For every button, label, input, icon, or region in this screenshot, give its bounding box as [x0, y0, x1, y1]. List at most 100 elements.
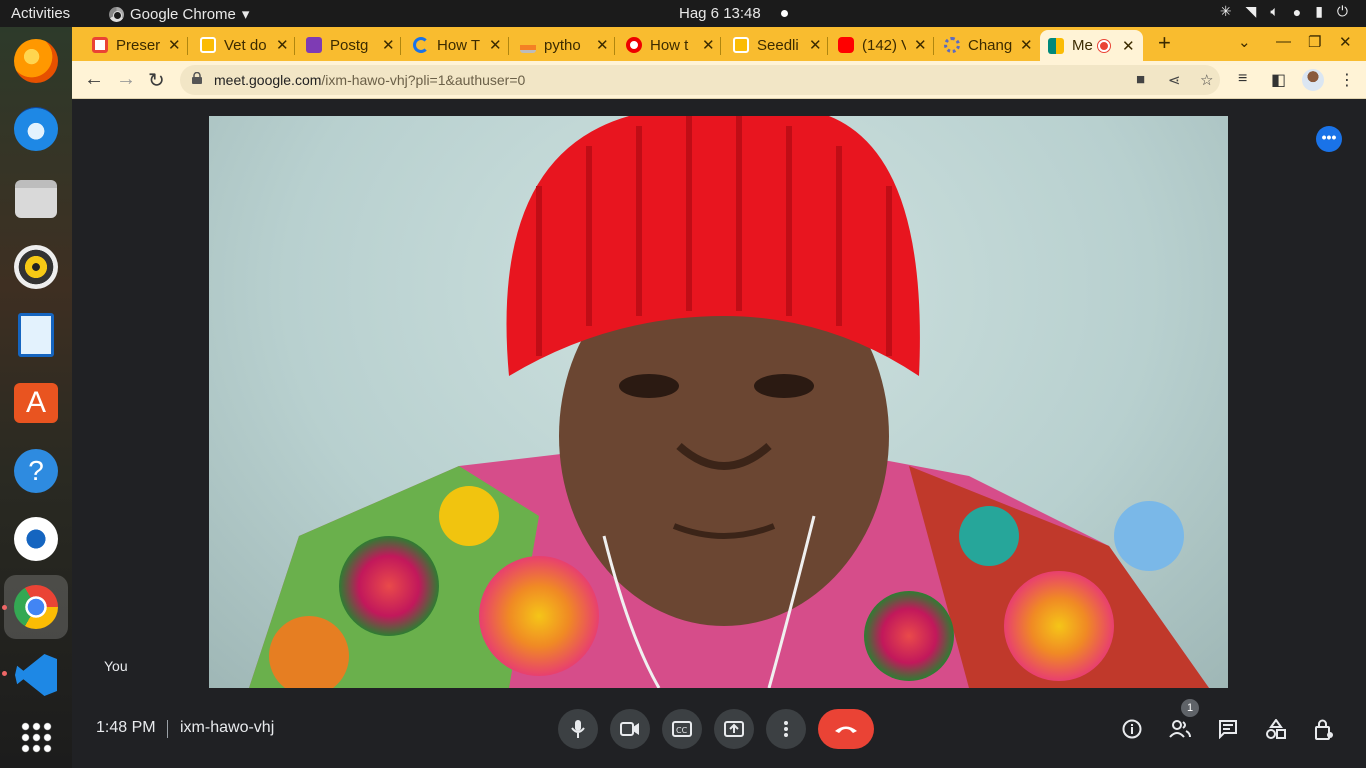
close-icon[interactable]: ✕: [382, 36, 395, 54]
tab-change[interactable]: Chang ✕: [944, 31, 1033, 59]
slides-icon: [200, 37, 216, 53]
app-name: Google Chrome: [130, 5, 236, 23]
system-tray[interactable]: ✳ ◥ 🔈︎ ● ▮ ⏻: [1220, 3, 1348, 20]
camera-toggle-button[interactable]: [610, 709, 650, 749]
dock-rhythmbox[interactable]: [10, 241, 62, 293]
app-menu[interactable]: Google Chrome ▾: [109, 5, 249, 23]
loading-icon: [413, 37, 429, 53]
dock-android-studio[interactable]: [10, 513, 62, 565]
tab-separator: [720, 37, 721, 55]
tab-label: pytho: [544, 36, 581, 54]
dock-files[interactable]: [10, 173, 62, 225]
power-icon[interactable]: ⏻: [1337, 3, 1348, 20]
close-icon[interactable]: ✕: [809, 36, 822, 54]
host-controls-button[interactable]: [1311, 716, 1337, 742]
tab-label: Postg: [330, 36, 369, 54]
running-indicator-icon: [2, 605, 7, 610]
dock-software[interactable]: A: [10, 377, 62, 429]
thunderbird-icon: [14, 107, 58, 151]
chevron-down-icon: ▾: [241, 6, 250, 23]
tab-howto-1[interactable]: How T ✕: [413, 31, 502, 59]
dock-thunderbird[interactable]: [10, 103, 62, 155]
battery-icon[interactable]: ▮: [1315, 3, 1323, 20]
tab-search-icon[interactable]: ⌄: [1238, 33, 1251, 51]
tab-gmail[interactable]: Preser ✕: [92, 31, 181, 59]
media-controls-icon[interactable]: ≡: [1238, 70, 1247, 88]
close-icon[interactable]: ✕: [1122, 37, 1135, 55]
tab-meet-active[interactable]: Me ✕: [1040, 30, 1143, 61]
clock[interactable]: Hag 6 13:48: [679, 5, 788, 22]
microphone-icon[interactable]: ●: [1293, 4, 1301, 20]
minimize-button[interactable]: —: [1276, 33, 1291, 50]
dock-vscode[interactable]: [10, 649, 62, 701]
tab-seedling[interactable]: Seedli ✕: [733, 31, 822, 59]
firefox-icon: [14, 39, 58, 83]
bookmark-star-icon[interactable]: ☆: [1200, 71, 1213, 89]
dock-help[interactable]: ?: [10, 445, 62, 497]
rhythmbox-icon: [14, 245, 58, 289]
chat-button[interactable]: [1215, 716, 1241, 742]
reload-button[interactable]: ↻: [148, 68, 165, 93]
dock-chrome[interactable]: [4, 575, 68, 639]
stackoverflow-icon: [520, 37, 536, 53]
slides-icon: [733, 37, 749, 53]
help-icon: ?: [14, 449, 58, 493]
activities-panel-button[interactable]: [1263, 716, 1289, 742]
new-tab-button[interactable]: +: [1158, 30, 1171, 56]
maximize-button[interactable]: ❐: [1308, 33, 1321, 51]
dock-writer[interactable]: [10, 309, 62, 361]
slack-icon[interactable]: ✳: [1220, 3, 1232, 20]
tab-slides[interactable]: Vet do ✕: [200, 31, 289, 59]
tab-youtube[interactable]: (142) V ✕: [838, 31, 927, 59]
side-panel-icon[interactable]: ◧: [1271, 70, 1286, 90]
close-icon[interactable]: ✕: [596, 36, 609, 54]
dock-firefox[interactable]: [10, 35, 62, 87]
wifi-icon[interactable]: ◥: [1246, 3, 1257, 20]
share-icon[interactable]: ⋖: [1168, 71, 1181, 89]
gmail-icon: [92, 37, 108, 53]
more-actions-button[interactable]: [766, 709, 806, 749]
close-icon[interactable]: ✕: [489, 36, 502, 54]
close-icon[interactable]: ✕: [1020, 36, 1033, 54]
url-text[interactable]: meet.google.com/ixm-hawo-vhj?pli=1&authu…: [214, 72, 525, 88]
chat-icon: [1219, 720, 1237, 739]
menu-kebab-icon[interactable]: ⋮: [1339, 70, 1355, 90]
lock-person-icon: [1315, 719, 1333, 740]
people-button[interactable]: [1167, 716, 1193, 742]
present-screen-icon: [724, 721, 744, 737]
people-icon: [1169, 720, 1191, 738]
activities-button[interactable]: Activities: [11, 5, 70, 22]
vscode-icon: [15, 654, 57, 696]
video-frame-illustration: [249, 116, 1209, 688]
back-button[interactable]: ←: [84, 68, 104, 91]
running-indicator-icon: [2, 671, 7, 676]
captions-button[interactable]: CC: [662, 709, 702, 749]
leave-call-button[interactable]: [818, 709, 874, 749]
browser-toolbar: ← → ↻ meet.google.com/ixm-hawo-vhj?pli=1…: [72, 61, 1366, 99]
chrome-icon: [109, 6, 124, 22]
close-icon[interactable]: ✕: [276, 36, 289, 54]
opera-icon: [626, 37, 642, 53]
tab-howto-2[interactable]: How t ✕: [626, 31, 715, 59]
microphone-toggle-button[interactable]: [558, 709, 598, 749]
close-icon[interactable]: ✕: [168, 36, 181, 54]
close-icon[interactable]: ✕: [702, 36, 715, 54]
info-icon: [1122, 719, 1142, 739]
forward-button[interactable]: →: [116, 68, 136, 91]
tab-stackoverflow[interactable]: pytho ✕: [520, 31, 609, 59]
url-host: meet.google.com: [214, 72, 322, 88]
tab-label: Seedli: [757, 36, 799, 54]
address-bar[interactable]: meet.google.com/ixm-hawo-vhj?pli=1&authu…: [180, 65, 1220, 95]
close-icon[interactable]: ✕: [914, 36, 927, 54]
tab-separator: [933, 37, 934, 55]
volume-icon[interactable]: 🔈︎: [1270, 3, 1278, 20]
profile-avatar[interactable]: [1302, 69, 1324, 91]
meeting-details-button[interactable]: [1119, 716, 1145, 742]
camera-in-use-icon[interactable]: ■: [1136, 71, 1145, 88]
tab-forms[interactable]: Postg ✕: [306, 31, 395, 59]
close-window-button[interactable]: ✕: [1339, 33, 1352, 51]
android-studio-icon: [14, 517, 58, 561]
more-options-button[interactable]: •••: [1316, 126, 1342, 152]
present-screen-button[interactable]: [714, 709, 754, 749]
dock-show-applications[interactable]: [10, 711, 62, 763]
